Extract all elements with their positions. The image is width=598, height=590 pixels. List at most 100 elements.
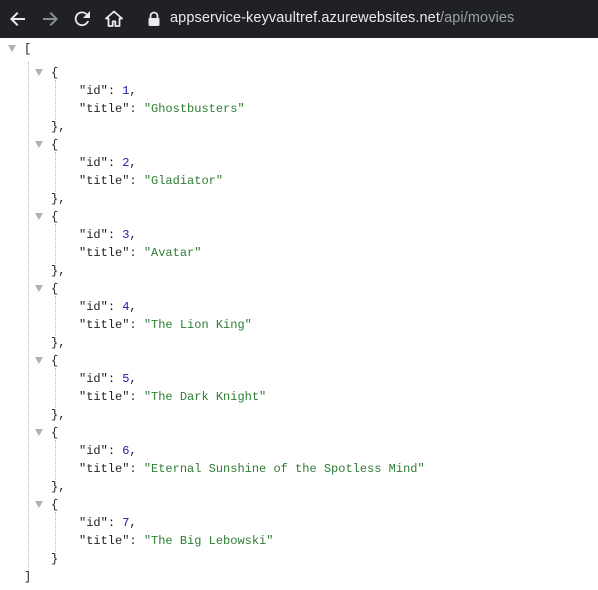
json-value-title: "Avatar" [143, 246, 202, 260]
collapse-toggle-item[interactable] [35, 69, 43, 76]
json-viewer: [] { "id": 1, "title": "Ghostbusters"}, { "id… [0, 38, 598, 590]
open-brace: { [51, 282, 59, 296]
colon: : [107, 228, 123, 242]
json-key-id: "id" [79, 228, 108, 242]
colon: : [129, 318, 144, 332]
collapse-toggle-item[interactable] [35, 141, 43, 148]
title-row: "title": "Eternal Sunshine of the Spotle… [79, 462, 425, 476]
json-value-title: "The Big Lebowski" [143, 534, 274, 548]
object-open-brace: { [51, 138, 58, 152]
open-brace: { [51, 354, 59, 368]
id-row: "id": 2, [79, 156, 137, 170]
close-brace: } [51, 552, 59, 566]
collapse-toggle-item[interactable] [35, 213, 43, 220]
id-row: "id": 6, [79, 444, 137, 458]
object-open-brace: { [51, 426, 58, 440]
colon: : [129, 102, 144, 116]
colon: : [107, 516, 123, 530]
title-row: "title": "The Dark Knight" [79, 390, 266, 404]
json-key-title: "title" [79, 102, 130, 116]
object-open-brace: { [51, 210, 58, 224]
json-key-id: "id" [79, 84, 108, 98]
json-key-title: "title" [79, 318, 130, 332]
root-indent-guide [28, 62, 29, 570]
json-value-title: "Ghostbusters" [143, 102, 245, 116]
colon: : [107, 372, 123, 386]
comma: , [129, 516, 137, 530]
json-key-title: "title" [79, 246, 130, 260]
id-row: "id": 7, [79, 516, 137, 530]
browser-toolbar: appservice-keyvaultref.azurewebsites.net… [0, 0, 598, 38]
collapse-toggle-root[interactable] [8, 45, 16, 52]
title-row: "title": "The Lion King" [79, 318, 252, 332]
close-brace: }, [51, 408, 66, 422]
arrow-left-icon [10, 12, 25, 26]
url-text[interactable]: appservice-keyvaultref.azurewebsites.net… [170, 10, 514, 26]
collapse-toggle-item[interactable] [35, 285, 43, 292]
url-host: appservice-keyvaultref.azurewebsites.net [170, 10, 440, 26]
object-close-brace: }, [51, 192, 65, 206]
lock-icon [148, 11, 160, 26]
json-key-title: "title" [79, 174, 130, 188]
object-close-brace: } [51, 552, 58, 566]
url-path: /api/movies [439, 10, 515, 26]
object-close-brace: }, [51, 408, 65, 422]
close-brace: }, [51, 120, 66, 134]
reload-icon [74, 11, 90, 27]
collapse-toggle-item[interactable] [35, 357, 43, 364]
json-key-id: "id" [79, 300, 108, 314]
root-open-bracket: [ [24, 42, 31, 56]
json-key-id: "id" [79, 516, 108, 530]
open-brace: { [51, 210, 59, 224]
object-close-brace: }, [51, 480, 65, 494]
open-brace: { [51, 426, 59, 440]
colon: : [107, 300, 123, 314]
object-close-brace: }, [51, 264, 65, 278]
object-close-brace: }, [51, 336, 65, 350]
comma: , [129, 228, 137, 242]
back-button[interactable] [6, 7, 30, 31]
id-row: "id": 4, [79, 300, 137, 314]
title-row: "title": "The Big Lebowski" [79, 534, 273, 548]
json-key-id: "id" [79, 372, 108, 386]
open-brace: { [51, 138, 59, 152]
colon: : [129, 174, 144, 188]
comma: , [129, 444, 137, 458]
id-row: "id": 1, [79, 84, 137, 98]
reload-button[interactable] [70, 7, 94, 31]
collapse-toggle-item[interactable] [35, 429, 43, 436]
json-key-title: "title" [79, 390, 130, 404]
colon: : [107, 444, 123, 458]
object-open-brace: { [51, 498, 58, 512]
comma: , [129, 156, 137, 170]
colon: : [129, 462, 144, 476]
json-value-title: "The Dark Knight" [143, 390, 267, 404]
object-open-brace: { [51, 282, 58, 296]
json-key-title: "title" [79, 534, 130, 548]
colon: : [129, 246, 144, 260]
open-brace: { [51, 66, 59, 80]
comma: , [129, 84, 137, 98]
colon: : [129, 534, 144, 548]
title-row: "title": "Gladiator" [79, 174, 223, 188]
home-icon [105, 10, 123, 27]
json-value-title: "The Lion King" [143, 318, 252, 332]
comma: , [129, 300, 137, 314]
object-open-brace: { [51, 354, 58, 368]
comma: , [129, 372, 137, 386]
object-open-brace: { [51, 66, 58, 80]
close-brace: }, [51, 336, 66, 350]
open-bracket: [ [24, 42, 32, 56]
json-key-id: "id" [79, 444, 108, 458]
id-row: "id": 3, [79, 228, 137, 242]
forward-button[interactable] [38, 7, 62, 31]
colon: : [107, 84, 123, 98]
json-value-title: "Gladiator" [143, 174, 224, 188]
title-row: "title": "Avatar" [79, 246, 201, 260]
json-value-title: "Eternal Sunshine of the Spotless Mind" [143, 462, 425, 476]
collapse-toggle-item[interactable] [35, 501, 43, 508]
close-bracket: ] [24, 570, 32, 584]
root-close-bracket: ] [24, 570, 31, 584]
home-button[interactable] [102, 7, 126, 31]
colon: : [107, 156, 123, 170]
